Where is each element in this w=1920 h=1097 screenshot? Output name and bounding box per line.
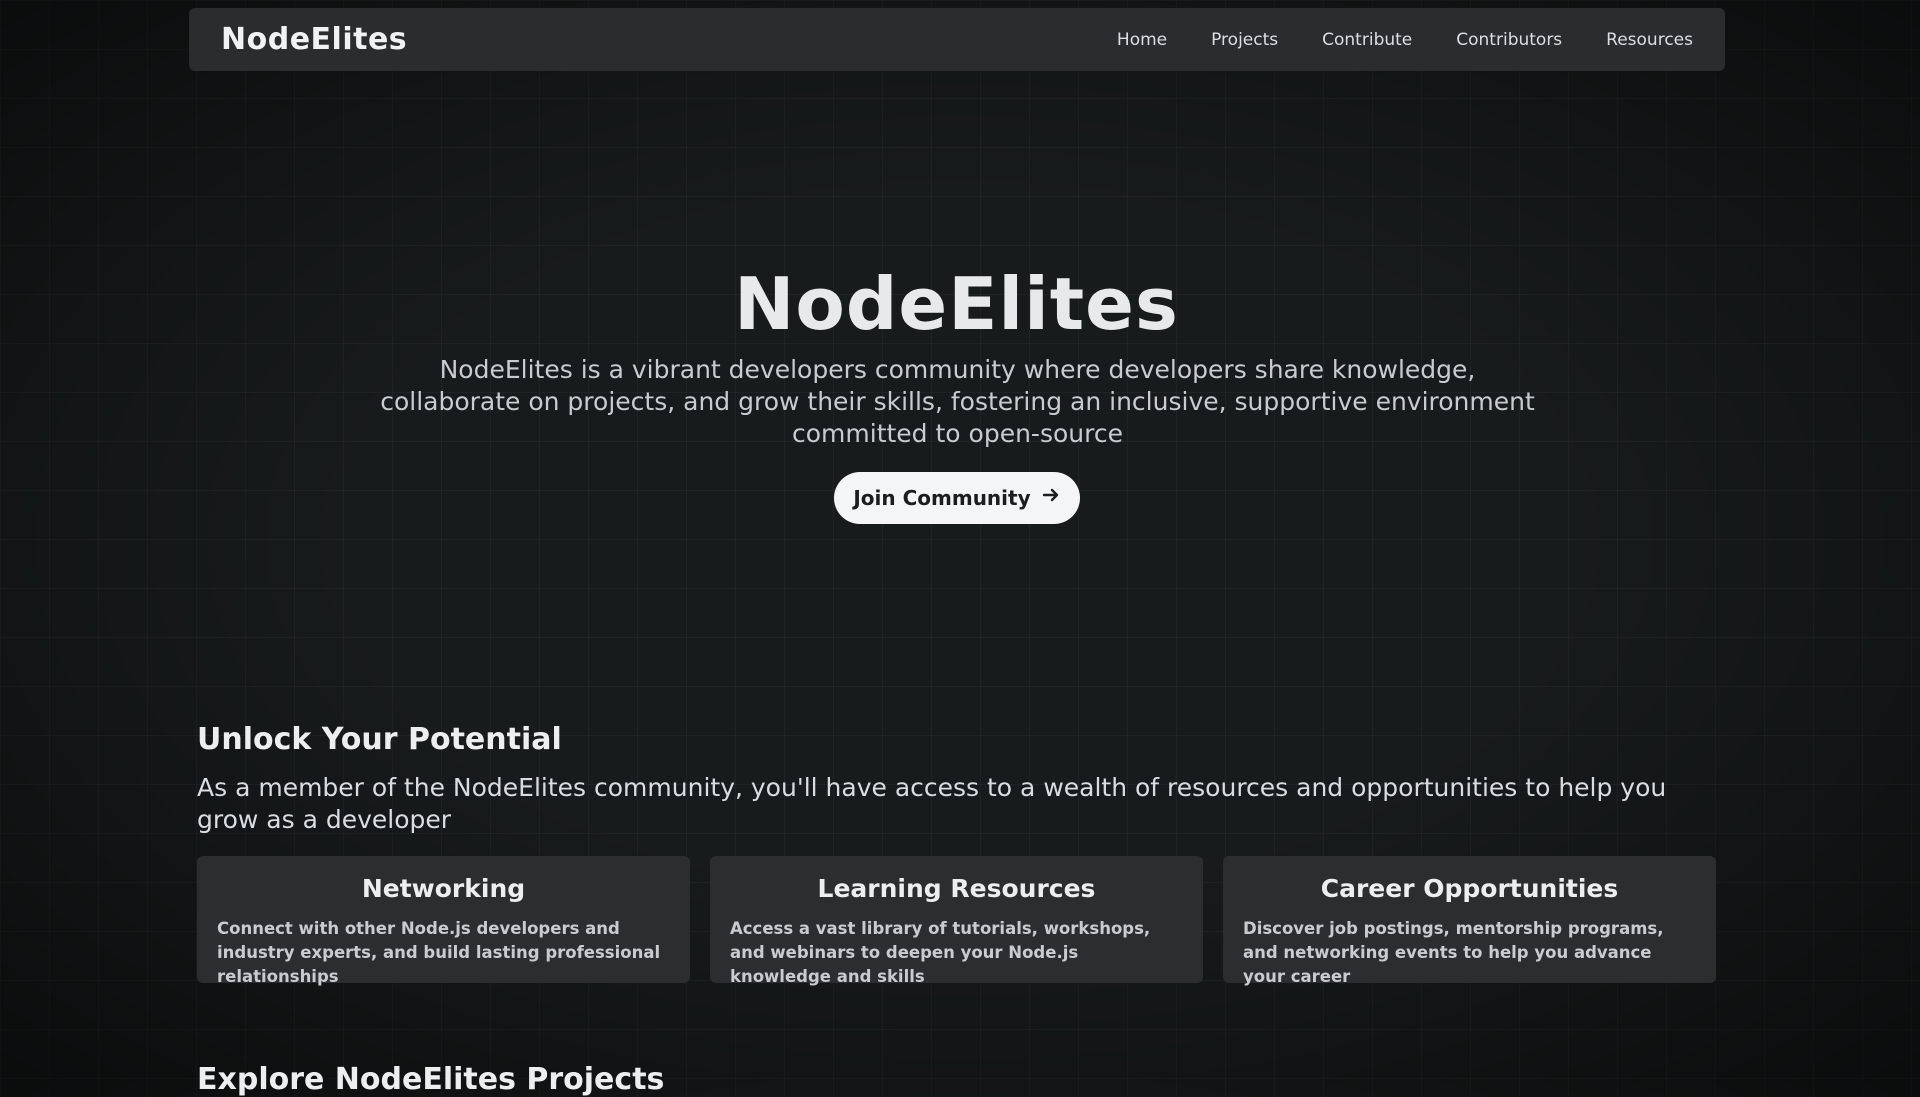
card-text: Access a vast library of tutorials, work… <box>730 919 1151 986</box>
hero-title: NodeElites <box>734 262 1179 346</box>
nav-links: Home Projects Contribute Contributors Re… <box>1117 30 1693 50</box>
card-title: Learning Resources <box>817 874 1096 903</box>
nav-link-home[interactable]: Home <box>1117 30 1167 50</box>
hero-description: NodeElites is a vibrant developers commu… <box>380 355 1535 448</box>
card-title: Networking <box>361 874 526 903</box>
nav-link-contribute[interactable]: Contribute <box>1322 30 1412 50</box>
logo[interactable]: NodeElites <box>221 22 407 57</box>
feature-cards: Networking Connect with other Node.js de… <box>197 856 1716 986</box>
section-title-potential: Unlock Your Potential <box>197 722 562 757</box>
arrow-right-icon <box>1041 485 1061 511</box>
card-text: Connect with other Node.js developers an… <box>217 919 661 986</box>
nav-link-projects[interactable]: Projects <box>1211 30 1278 50</box>
join-community-label: Join Community <box>853 486 1031 510</box>
nav-link-resources[interactable]: Resources <box>1606 30 1693 50</box>
card-networking: Networking Connect with other Node.js de… <box>197 856 690 986</box>
card-text: Discover job postings, mentorship progra… <box>1243 919 1664 986</box>
card-learning-resources: Learning Resources Access a vast library… <box>710 856 1203 986</box>
join-community-button[interactable]: Join Community <box>834 472 1080 524</box>
card-career-opportunities: Career Opportunities Discover job postin… <box>1223 856 1716 986</box>
section-description-potential: As a member of the NodeElites community,… <box>197 773 1667 834</box>
card-title: Career Opportunities <box>1320 874 1619 903</box>
navbar: NodeElites Home Projects Contribute Cont… <box>189 8 1725 71</box>
nav-link-contributors[interactable]: Contributors <box>1456 30 1562 50</box>
